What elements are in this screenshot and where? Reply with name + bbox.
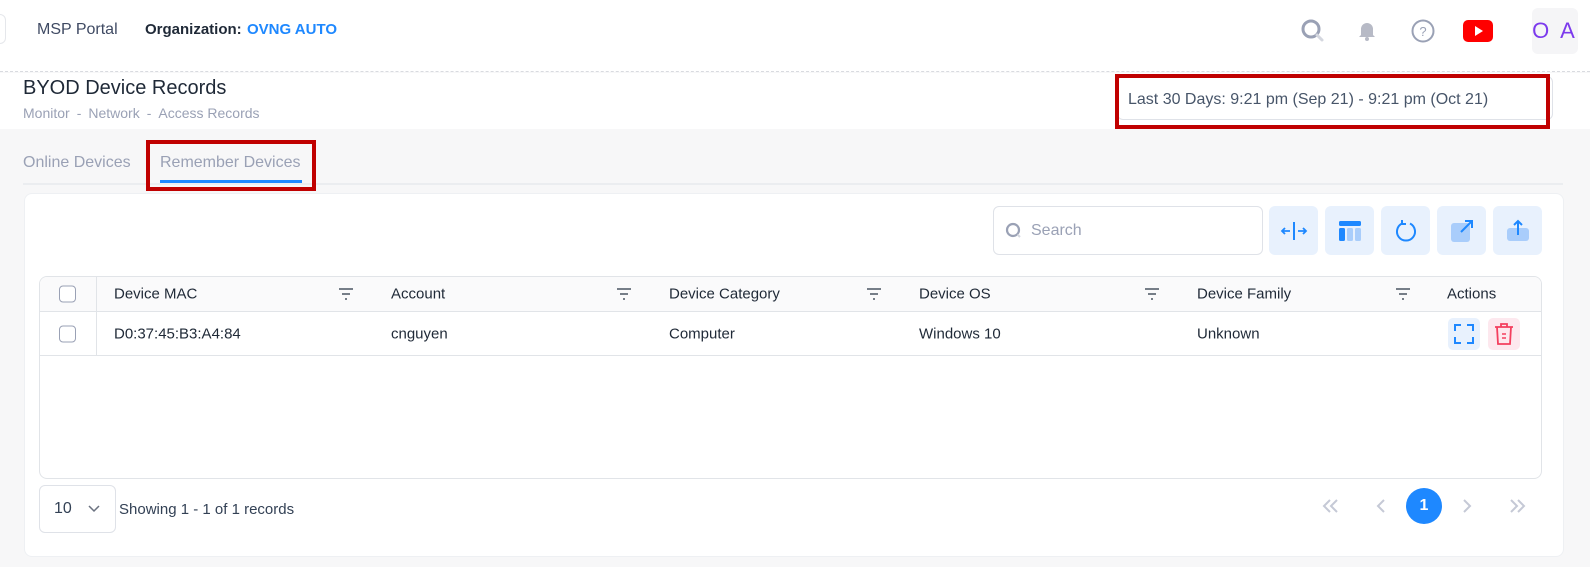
youtube-icon[interactable] <box>1463 16 1493 46</box>
refresh-button[interactable] <box>1381 206 1430 255</box>
avatar[interactable]: O A <box>1532 8 1578 54</box>
cell-device-category: Computer <box>669 325 735 342</box>
chevron-down-icon <box>88 505 100 513</box>
column-header-device-os[interactable]: Device OS <box>919 286 991 303</box>
sidebar-toggle[interactable] <box>0 14 6 44</box>
breadcrumb-access-records[interactable]: Access Records <box>158 105 259 121</box>
row-checkbox[interactable] <box>59 325 76 342</box>
date-range-picker[interactable]: Last 30 Days: 9:21 pm (Sep 21) - 9:21 pm… <box>1117 76 1553 120</box>
organization-name[interactable]: OVNG AUTO <box>247 21 337 38</box>
last-page-button[interactable] <box>1499 488 1535 524</box>
delete-button[interactable] <box>1488 317 1520 350</box>
page-size-value: 10 <box>54 500 72 517</box>
breadcrumb-network[interactable]: Network <box>88 105 139 121</box>
search-box[interactable] <box>993 206 1263 255</box>
top-bar: MSP Portal Organization: OVNG AUTO ? O A <box>0 0 1590 72</box>
filter-icon[interactable] <box>616 287 632 301</box>
previous-page-button[interactable] <box>1363 488 1399 524</box>
bell-icon[interactable] <box>1352 16 1382 46</box>
table-row: D0:37:45:B3:A4:84 cnguyen Computer Windo… <box>40 312 1541 356</box>
tab-remember-devices[interactable]: Remember Devices <box>160 154 300 172</box>
breadcrumb-separator: - <box>146 105 152 121</box>
export-icon <box>1506 219 1529 241</box>
search-input[interactable] <box>1031 221 1231 240</box>
expand-icon <box>1454 323 1474 344</box>
records-summary: Showing 1 - 1 of 1 records <box>119 501 295 518</box>
columns-button[interactable] <box>1325 206 1374 255</box>
chevron-left-icon <box>1376 499 1385 513</box>
page-title: BYOD Device Records <box>23 77 227 99</box>
breadcrumb: Monitor - Network - Access Records <box>23 105 260 121</box>
search-icon[interactable] <box>1298 16 1328 46</box>
column-header-device-category[interactable]: Device Category <box>669 286 780 303</box>
help-icon[interactable]: ? <box>1408 16 1438 46</box>
open-external-button[interactable] <box>1437 206 1486 255</box>
chevron-right-icon <box>1463 499 1472 513</box>
active-tab-indicator <box>160 180 302 183</box>
tab-bar: Online Devices Remember Devices <box>23 145 1563 185</box>
columns-icon <box>1338 220 1361 241</box>
column-header-actions: Actions <box>1447 285 1497 303</box>
tab-online-devices[interactable]: Online Devices <box>23 154 131 172</box>
expand-button[interactable] <box>1448 317 1480 350</box>
column-header-device-mac[interactable]: Device MAC <box>114 286 197 303</box>
page-size-select[interactable]: 10 <box>39 485 116 533</box>
next-page-button[interactable] <box>1449 488 1485 524</box>
open-external-icon <box>1450 219 1473 242</box>
column-header-device-family[interactable]: Device Family <box>1197 286 1291 303</box>
cell-account: cnguyen <box>391 325 448 342</box>
refresh-icon <box>1395 219 1416 242</box>
page-header: BYOD Device Records Monitor - Network - … <box>0 73 1590 129</box>
column-header-account[interactable]: Account <box>391 286 445 303</box>
table-header: Device MAC Account Device Category Devic… <box>40 277 1541 312</box>
breadcrumb-separator: - <box>76 105 82 121</box>
organization-label: Organization: <box>145 21 242 38</box>
breadcrumb-monitor[interactable]: Monitor <box>23 105 70 121</box>
cell-device-os: Windows 10 <box>919 325 1001 342</box>
devices-table: Device MAC Account Device Category Devic… <box>39 276 1542 479</box>
cell-device-family: Unknown <box>1197 325 1260 342</box>
page-1-button[interactable]: 1 <box>1406 488 1442 524</box>
column-divider <box>96 277 97 356</box>
search-icon <box>1005 222 1021 238</box>
double-chevron-right-icon <box>1510 499 1526 513</box>
select-all-checkbox[interactable] <box>59 285 76 303</box>
cell-device-mac: D0:37:45:B3:A4:84 <box>114 325 241 342</box>
filter-icon[interactable] <box>1395 287 1411 301</box>
svg-text:?: ? <box>1419 24 1426 39</box>
double-chevron-left-icon <box>1322 499 1338 513</box>
trash-icon <box>1495 322 1513 345</box>
resize-columns-button[interactable] <box>1269 206 1318 255</box>
filter-icon[interactable] <box>338 287 354 301</box>
export-button[interactable] <box>1493 206 1542 255</box>
records-card: Device MAC Account Device Category Devic… <box>24 193 1564 557</box>
filter-icon[interactable] <box>1144 287 1160 301</box>
first-page-button[interactable] <box>1313 488 1349 524</box>
brand-name: MSP Portal <box>37 21 118 38</box>
filter-icon[interactable] <box>866 287 882 301</box>
resize-columns-icon <box>1280 221 1307 240</box>
